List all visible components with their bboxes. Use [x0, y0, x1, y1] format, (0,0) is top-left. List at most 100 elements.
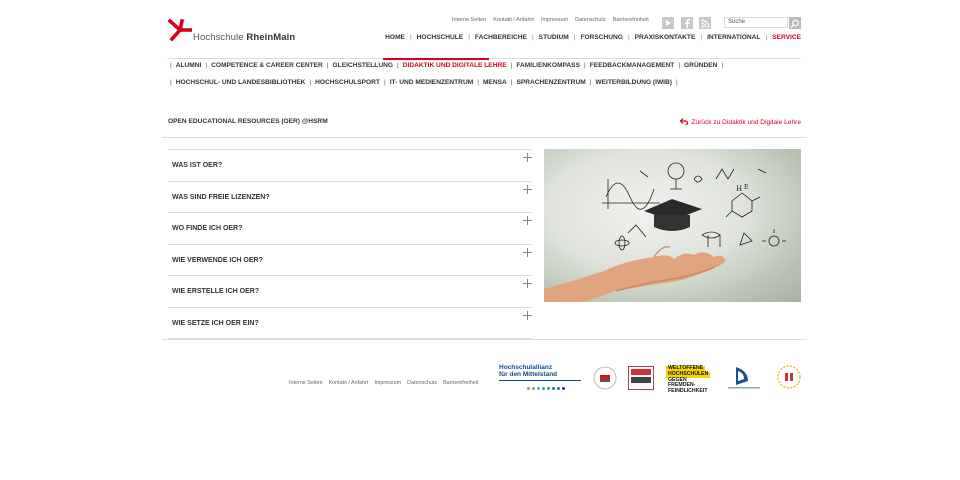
expand-plus-icon[interactable] — [523, 247, 532, 257]
partner-seal-logo-5[interactable] — [777, 365, 801, 389]
accordion-item[interactable]: WIE VERWENDE ICH OER? — [168, 243, 532, 276]
svg-text:E: E — [744, 184, 748, 191]
svg-text:H: H — [736, 185, 742, 193]
subnav-separator: | — [326, 62, 329, 69]
hsrm-logo[interactable]: Hochschule RheinMain — [167, 18, 296, 43]
subnav-item[interactable]: WEITERBILDUNG (IWIB) — [595, 79, 672, 86]
footer-link[interactable]: Interne Seiten — [289, 380, 323, 386]
sub-navigation-row-2: | HOCHSCHUL- UND LANDESBIBLIOTHEK | HOCHSCH… — [166, 79, 682, 86]
main-nav-item[interactable]: PRAXISKONTAKTE — [635, 34, 696, 41]
main-nav-item[interactable]: SERVICE — [772, 34, 801, 41]
expand-plus-icon[interactable] — [523, 153, 532, 162]
subnav-separator: | — [675, 79, 678, 86]
subnav-separator: | — [589, 79, 592, 86]
main-nav-item[interactable]: HOCHSCHULE — [417, 34, 464, 41]
hochschulallianz-logo-line-2: für den Mittelstand — [499, 370, 558, 378]
meta-link[interactable]: Interne Seiten — [452, 17, 486, 23]
subnav-item[interactable]: DIDAKTIK UND DIGITALE LEHRE — [403, 62, 507, 69]
subnav-item[interactable]: GLEICHSTELLUNG — [333, 62, 393, 69]
subnav-separator: | — [678, 62, 681, 69]
subnav-item[interactable]: GRÜNDEN — [684, 62, 717, 69]
nav-separator: | — [765, 34, 768, 41]
accordion-item[interactable]: WIE SETZE ICH OER EIN? — [168, 306, 532, 339]
search-button[interactable] — [789, 17, 801, 29]
accordion-item-title: WIE VERWENDE ICH OER? — [172, 256, 263, 264]
subnav-separator: | — [477, 79, 479, 86]
main-nav-item[interactable]: HOME — [385, 34, 405, 41]
weltoffene-hochschulen-logo[interactable]: WELTOFFENE HOCHSCHULEN GEGEN FREMDEN- FE… — [666, 365, 714, 394]
hsrm-logo-text: Hochschule RheinMain — [193, 32, 296, 43]
meta-navigation: Interne Seiten Kontakt / Anfahrt Impressum… — [452, 17, 656, 23]
subnav-item[interactable]: HOCHSCHULSPORT — [315, 79, 380, 86]
facebook-icon[interactable] — [681, 17, 693, 29]
subnav-separator: | — [170, 62, 172, 69]
main-navigation: HOME | HOCHSCHULE | FACHBEREICHE | STUDIUM | FOR… — [385, 34, 801, 41]
main-nav-item[interactable]: INTERNATIONAL — [707, 34, 760, 41]
meta-link[interactable]: Impressum — [541, 17, 568, 23]
main-nav-item[interactable]: FACHBEREICHE — [475, 34, 527, 41]
main-nav-item[interactable]: FORSCHUNG — [580, 34, 623, 41]
subnav-separator: | — [170, 79, 172, 86]
active-subnav-indicator — [383, 58, 489, 60]
nav-separator: | — [700, 34, 703, 41]
expand-plus-icon[interactable] — [523, 279, 532, 289]
partner-seal-logo-1[interactable] — [592, 366, 618, 390]
subnav-item[interactable]: FAMILIENKOMPASS — [516, 62, 580, 69]
main-nav-item[interactable]: STUDIUM — [539, 34, 569, 41]
partner-logo-2[interactable] — [628, 366, 654, 390]
page: Hochschule RheinMain Interne Seiten Konta… — [0, 0, 960, 480]
subnav-separator: | — [583, 62, 586, 69]
meta-link[interactable]: Kontakt / Anfahrt — [493, 17, 534, 23]
rss-icon[interactable] — [699, 17, 711, 29]
accordion-item[interactable]: WAS SIND FREIE LIZENZEN? — [168, 180, 532, 213]
meta-link[interactable]: Datenschutz — [575, 17, 606, 23]
accordion-item-title: WIE ERSTELLE ICH OER? — [172, 288, 260, 296]
expand-plus-icon[interactable] — [523, 184, 532, 194]
subnav-separator: | — [205, 62, 208, 69]
subnav-item[interactable]: SPRACHENZENTRUM — [516, 79, 585, 86]
search-icon — [790, 19, 799, 28]
footer-link[interactable]: Kontakt / Anfahrt — [329, 380, 369, 386]
nav-separator: | — [409, 34, 412, 41]
subnav-item[interactable]: IT- UND MEDIENZENTRUM — [390, 79, 474, 86]
subnav-item[interactable]: HOCHSCHUL- UND LANDESBIBLIOTHEK — [176, 79, 306, 86]
content-divider — [162, 339, 807, 340]
nav-separator: | — [573, 34, 576, 41]
accordion-item-title: WAS SIND FREIE LIZENZEN? — [172, 193, 270, 201]
back-link[interactable]: Zurück zu Didaktik und Digitale Lehre — [680, 118, 801, 127]
back-link-label: Zurück zu Didaktik und Digitale Lehre — [691, 119, 801, 126]
footer-link[interactable]: Barrierefreiheit — [443, 380, 478, 386]
accordion-item-title: WO FINDE ICH OER? — [172, 225, 243, 233]
subnav-item[interactable]: COMPETENCE & CAREER CENTER — [211, 62, 323, 69]
expand-plus-icon[interactable] — [523, 216, 532, 226]
weltoffene-logo-line-4: FEINDLICHKEIT — [668, 388, 708, 395]
subnav-separator: | — [510, 79, 513, 86]
meta-link[interactable]: Barrierefreiheit — [613, 17, 649, 23]
hsrm-logo-mark-icon — [167, 18, 193, 42]
accordion-item[interactable]: WIE ERSTELLE ICH OER? — [168, 275, 532, 307]
nav-separator: | — [627, 34, 630, 41]
back-arrow-icon — [680, 118, 689, 127]
footer-link[interactable]: Datenschutz — [407, 380, 437, 386]
subnav-item[interactable]: MENSA — [483, 79, 507, 86]
footer-link[interactable]: Impressum — [374, 380, 401, 386]
page-title: OPEN EDUCATIONAL RESOURCES (OER) @HSRM — [168, 118, 328, 125]
accordion-item[interactable]: WAS IST OER? — [168, 149, 532, 181]
subnav-separator: | — [721, 62, 724, 69]
subnav-separator: | — [383, 79, 386, 86]
accordion-item[interactable]: WO FINDE ICH OER? — [168, 212, 532, 244]
subnav-item[interactable]: FEEDBACKMANAGEMENT — [590, 62, 675, 69]
header-divider — [162, 137, 807, 138]
hochschulallianz-logo[interactable]: Hochschulallianz für den Mittelstand — [499, 364, 583, 391]
expand-plus-icon[interactable] — [523, 310, 532, 320]
footer-navigation: Interne Seiten Kontakt / Anfahrt Impressum… — [289, 380, 484, 386]
youtube-icon[interactable] — [662, 17, 674, 29]
subnav-separator: | — [309, 79, 312, 86]
subnav-item[interactable]: ALUMNI — [176, 62, 202, 69]
search-input[interactable]: Suche — [724, 17, 788, 28]
accordion-item-title: WIE SETZE ICH OER EIN? — [172, 319, 259, 327]
sub-navigation-row-1: | ALUMNI | COMPETENCE & CAREER CENTER | GLEIC… — [166, 62, 727, 69]
partner-logo-4[interactable] — [724, 365, 764, 391]
accordion-item-title: WAS IST OER? — [172, 162, 223, 169]
hand-with-science-doodles-image: H E — [544, 162, 786, 302]
